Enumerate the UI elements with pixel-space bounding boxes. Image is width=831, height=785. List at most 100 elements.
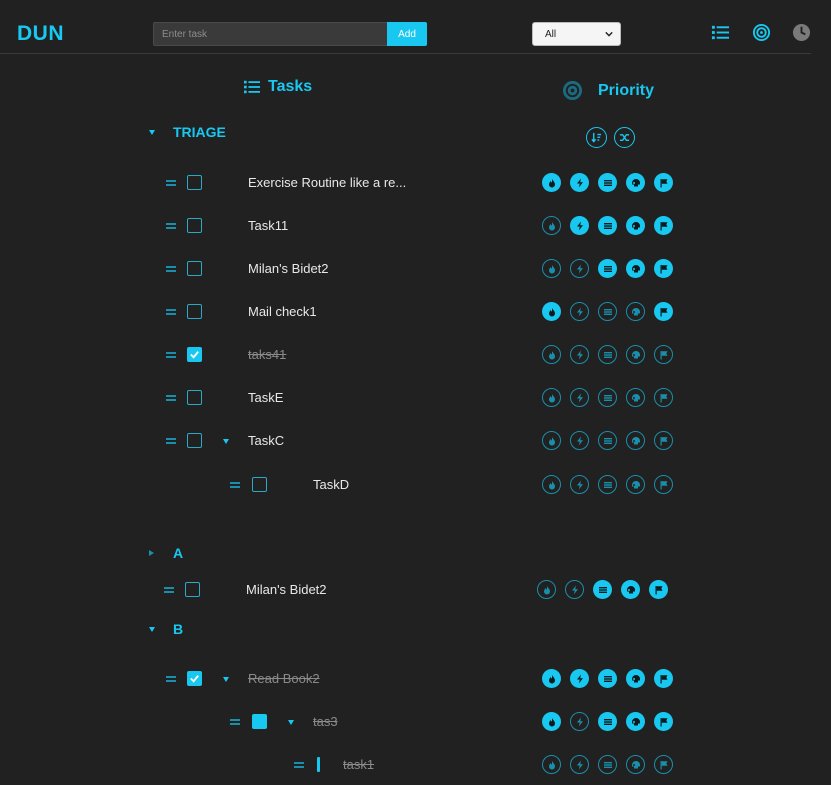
skull-priority-toggle[interactable] [626,216,645,235]
flag-priority-toggle[interactable] [654,669,673,688]
bolt-priority-toggle[interactable] [570,475,589,494]
skull-priority-toggle[interactable] [626,259,645,278]
task-checkbox[interactable] [187,261,202,276]
lines-priority-toggle[interactable] [598,755,617,774]
expand-subtasks-toggle[interactable] [288,720,294,725]
lines-priority-toggle[interactable] [598,345,617,364]
fire-priority-toggle[interactable] [542,669,561,688]
lines-priority-toggle[interactable] [598,173,617,192]
drag-handle[interactable] [166,352,176,358]
bolt-priority-toggle[interactable] [570,755,589,774]
drag-handle[interactable] [294,762,304,768]
bolt-priority-toggle[interactable] [565,580,584,599]
drag-handle[interactable] [166,676,176,682]
lines-priority-toggle[interactable] [598,712,617,731]
skull-priority-toggle[interactable] [626,475,645,494]
drag-handle[interactable] [166,395,176,401]
fire-priority-toggle[interactable] [537,580,556,599]
task-checkbox[interactable] [187,433,202,448]
flag-priority-toggle[interactable] [654,475,673,494]
task-checkbox[interactable] [252,714,267,729]
flag-priority-toggle[interactable] [654,431,673,450]
flag-priority-toggle[interactable] [654,755,673,774]
task-checkbox[interactable] [252,477,267,492]
collapse-group-toggle[interactable] [149,130,155,135]
task-text[interactable]: Task11 [248,218,288,233]
expand-group-toggle[interactable] [149,550,154,556]
lines-priority-toggle[interactable] [598,475,617,494]
task-text[interactable]: tas3 [313,714,338,729]
fire-priority-toggle[interactable] [542,755,561,774]
task-text[interactable]: TaskC [248,433,284,448]
flag-priority-toggle[interactable] [654,388,673,407]
task-checkbox[interactable] [185,582,200,597]
skull-priority-toggle[interactable] [626,712,645,731]
fire-priority-toggle[interactable] [542,712,561,731]
collapse-group-toggle[interactable] [149,627,155,632]
task-text[interactable]: TaskE [248,390,283,405]
fire-priority-toggle[interactable] [542,431,561,450]
fire-priority-toggle[interactable] [542,173,561,192]
bolt-priority-toggle[interactable] [570,259,589,278]
bolt-priority-toggle[interactable] [570,669,589,688]
bolt-priority-toggle[interactable] [570,302,589,321]
bolt-priority-toggle[interactable] [570,173,589,192]
flag-priority-toggle[interactable] [654,259,673,278]
fire-priority-toggle[interactable] [542,302,561,321]
fire-priority-toggle[interactable] [542,216,561,235]
task-text[interactable]: Read Book2 [248,671,320,686]
task-text[interactable]: task1 [343,757,374,772]
task-text[interactable]: Mail check1 [248,304,317,319]
lines-priority-toggle[interactable] [598,216,617,235]
task-checkbox[interactable] [187,347,202,362]
fire-priority-toggle[interactable] [542,259,561,278]
task-checkbox[interactable] [317,757,320,772]
bolt-priority-toggle[interactable] [570,388,589,407]
fire-priority-toggle[interactable] [542,475,561,494]
skull-priority-toggle[interactable] [626,173,645,192]
fire-priority-toggle[interactable] [542,388,561,407]
flag-priority-toggle[interactable] [654,173,673,192]
task-checkbox[interactable] [187,671,202,686]
task-checkbox[interactable] [187,175,202,190]
skull-priority-toggle[interactable] [621,580,640,599]
task-checkbox[interactable] [187,390,202,405]
task-text[interactable]: Exercise Routine like a re... [248,175,406,190]
task-checkbox[interactable] [187,304,202,319]
lines-priority-toggle[interactable] [598,388,617,407]
skull-priority-toggle[interactable] [626,669,645,688]
bolt-priority-toggle[interactable] [570,216,589,235]
target-icon[interactable] [752,23,771,42]
bolt-priority-toggle[interactable] [570,345,589,364]
skull-priority-toggle[interactable] [626,431,645,450]
lines-priority-toggle[interactable] [598,302,617,321]
bolt-priority-toggle[interactable] [570,712,589,731]
flag-priority-toggle[interactable] [654,712,673,731]
clock-icon[interactable] [792,23,811,42]
drag-handle[interactable] [166,223,176,229]
drag-handle[interactable] [230,482,240,488]
drag-handle[interactable] [166,438,176,444]
sort-priority-button[interactable] [586,127,607,148]
fire-priority-toggle[interactable] [542,345,561,364]
lines-priority-toggle[interactable] [598,259,617,278]
bolt-priority-toggle[interactable] [570,431,589,450]
list-icon[interactable] [711,23,730,42]
lines-priority-toggle[interactable] [598,669,617,688]
shuffle-priority-button[interactable] [614,127,635,148]
drag-handle[interactable] [166,180,176,186]
drag-handle[interactable] [230,719,240,725]
task-checkbox[interactable] [187,218,202,233]
drag-handle[interactable] [164,587,174,593]
lines-priority-toggle[interactable] [598,431,617,450]
drag-handle[interactable] [166,309,176,315]
task-input[interactable] [153,22,388,46]
add-task-button[interactable]: Add [387,22,427,46]
skull-priority-toggle[interactable] [626,388,645,407]
flag-priority-toggle[interactable] [654,302,673,321]
skull-priority-toggle[interactable] [626,345,645,364]
expand-subtasks-toggle[interactable] [223,677,229,682]
skull-priority-toggle[interactable] [626,302,645,321]
lines-priority-toggle[interactable] [593,580,612,599]
filter-select[interactable]: All [532,22,621,46]
